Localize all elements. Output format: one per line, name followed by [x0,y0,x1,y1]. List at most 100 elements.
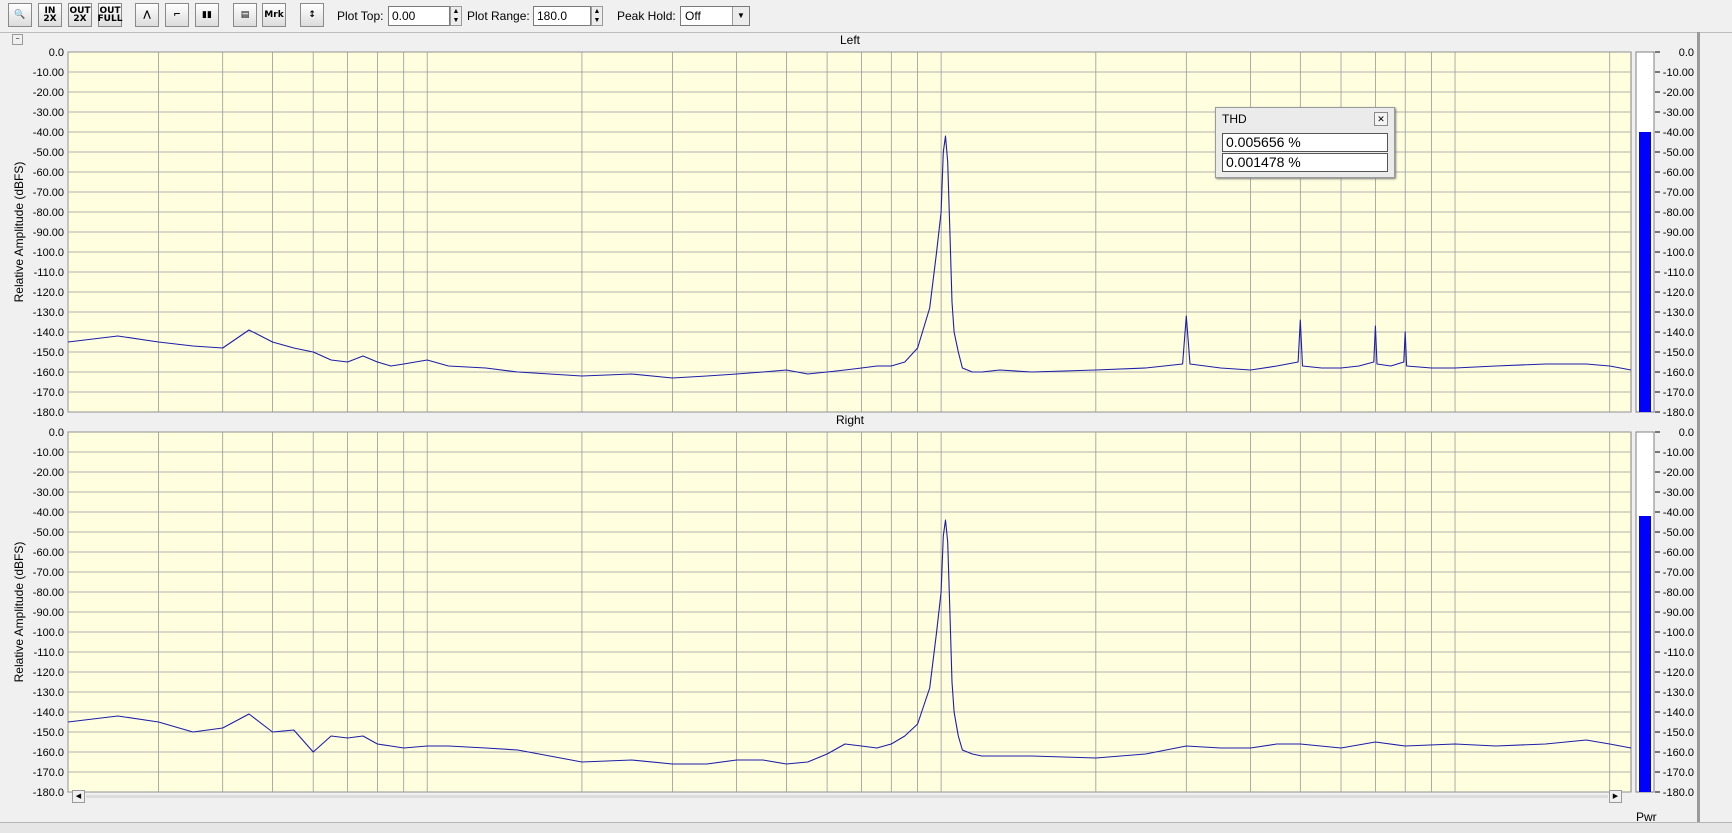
meter-tick-label: -150.0 [1663,727,1694,739]
data-table-icon: ▤ [240,10,250,20]
y-tick-label: -120.0 [33,287,64,299]
data-table-button[interactable]: ▤ [233,3,257,27]
y-tick-label: -30.00 [33,107,64,119]
y-tick-label: -100.0 [33,247,64,259]
y-tick-label: -70.00 [33,187,64,199]
left-channel-title: Left [839,33,860,47]
y-tick-label: 0.0 [49,427,64,439]
level-meter-bar [1639,132,1651,412]
y-tick-label: -180.0 [33,787,64,799]
meter-tick-label: -140.0 [1663,327,1694,339]
zoom-button[interactable]: 🔍 [8,3,32,27]
y-tick-label: -160.0 [33,747,64,759]
y-tick-label: -130.0 [33,687,64,699]
y-tick-label: -150.0 [33,727,64,739]
meter-tick-label: -40.00 [1663,127,1694,139]
y-tick-label: -170.0 [33,387,64,399]
close-icon[interactable]: ✕ [1374,112,1388,126]
step-plot-icon: ⌐ [173,10,181,20]
line-plot-icon: ⋀ [143,10,151,20]
thd-window: THD ✕ 0.005656 % 0.001478 % [1215,107,1395,178]
meter-tick-label: -10.00 [1663,67,1694,79]
plot-top-spinner[interactable]: ▲ ▼ [450,6,462,26]
y-tick-label: -160.0 [33,367,64,379]
y-tick-label: -80.00 [33,207,64,219]
magnifier-icon: 🔍 [14,10,26,20]
y-tick-label: -50.00 [33,147,64,159]
meter-tick-label: -110.0 [1664,267,1694,279]
y-tick-label: -110.0 [34,267,64,279]
y-tick-label: -10.00 [33,447,64,459]
meter-tick-label: -160.0 [1663,747,1694,759]
meter-tick-label: -20.00 [1663,87,1694,99]
plot-range-spinner[interactable]: ▲ ▼ [591,6,603,26]
bar-plot-icon: ▮▮ [202,10,212,20]
meter-tick-label: -180.0 [1663,407,1694,419]
meter-tick-label: -50.00 [1663,527,1694,539]
meter-tick-label: -170.0 [1663,387,1694,399]
meter-tick-label: -70.00 [1663,567,1694,579]
chevron-down-icon: ▼ [732,7,749,25]
bottom-scrollbar[interactable] [0,822,1732,833]
vertical-divider [1697,32,1700,822]
peak-hold-select[interactable]: Off ▼ [680,6,750,26]
meter-tick-label: -90.00 [1663,607,1694,619]
y-tick-label: -50.00 [33,527,64,539]
collapse-icon[interactable]: − [12,34,23,45]
plot-top-input[interactable] [388,6,450,26]
y-axis-label: Relative Amplitude (dBFS) [12,542,26,683]
out-full-icon: OUT FULL [97,6,123,24]
spectrum-analyzer: 0.0 0.0 -10.00 -10.00 -20.00 -20.00 -30.00 -30.… [12,32,1700,822]
meter-tick-label: -100.0 [1663,247,1694,259]
marker-icon: Mrk [264,10,284,20]
marker-button[interactable]: Mrk [262,3,286,27]
y-tick-label: -90.00 [33,607,64,619]
meter-tick-label: -140.0 [1663,707,1694,719]
meter-tick-label: -100.0 [1663,627,1694,639]
y-tick-label: -100.0 [33,627,64,639]
y-tick-label: -130.0 [33,307,64,319]
y-tick-label: -80.00 [33,587,64,599]
spin-down-icon: ▼ [452,17,460,24]
y-tick-label: -30.00 [33,487,64,499]
spin-up-icon: ▲ [593,8,601,15]
y-tick-label: -40.00 [33,507,64,519]
meter-tick-label: -20.00 [1663,467,1694,479]
step-plot-button[interactable]: ⌐ [165,3,189,27]
y-tick-label: -70.00 [33,567,64,579]
toolbar: 🔍 IN 2X OUT 2X OUT FULL ⋀ ⌐ ▮▮ ▤ Mrk ↕ Plot Top: … [0,0,1732,33]
plot-range-label: Plot Range: [467,9,530,23]
out-2x-icon: OUT 2X [69,6,91,24]
thd-window-title: THD [1222,112,1247,126]
y-tick-label: -60.00 [33,547,64,559]
meter-tick-label: -50.00 [1663,147,1694,159]
meter-tick-label: -160.0 [1663,367,1694,379]
meter-tick-label: 0.0 [1679,47,1694,59]
scroll-right-button[interactable]: ▶ [1609,790,1622,803]
bar-plot-button[interactable]: ▮▮ [195,3,219,27]
meter-tick-label: -120.0 [1663,287,1694,299]
y-tick-label: -20.00 [33,87,64,99]
horizontal-scrollbar[interactable] [86,795,1608,798]
in-2x-button[interactable]: IN 2X [38,3,62,27]
y-tick-label: -60.00 [33,167,64,179]
y-tick-label: -20.00 [33,467,64,479]
scroll-left-button[interactable]: ◀ [72,790,85,803]
meter-tick-label: -120.0 [1663,667,1694,679]
meter-tick-label: -80.00 [1663,207,1694,219]
meter-tick-label: -110.0 [1664,647,1694,659]
line-plot-button[interactable]: ⋀ [135,3,159,27]
peak-hold-label: Peak Hold: [617,9,676,23]
plot-range-input[interactable] [533,6,591,26]
meter-tick-label: -150.0 [1663,347,1694,359]
y-tick-label: -10.00 [33,67,64,79]
meter-tick-label: -40.00 [1663,507,1694,519]
in-2x-icon: IN 2X [43,6,57,24]
meter-tick-label: -10.00 [1663,447,1694,459]
meter-tick-label: 0.0 [1679,427,1694,439]
meter-tick-label: -30.00 [1663,107,1694,119]
meter-tick-label: -130.0 [1663,307,1694,319]
out-2x-button[interactable]: OUT 2X [68,3,92,27]
cursor-button[interactable]: ↕ [300,3,324,27]
out-full-button[interactable]: OUT FULL [98,3,122,27]
